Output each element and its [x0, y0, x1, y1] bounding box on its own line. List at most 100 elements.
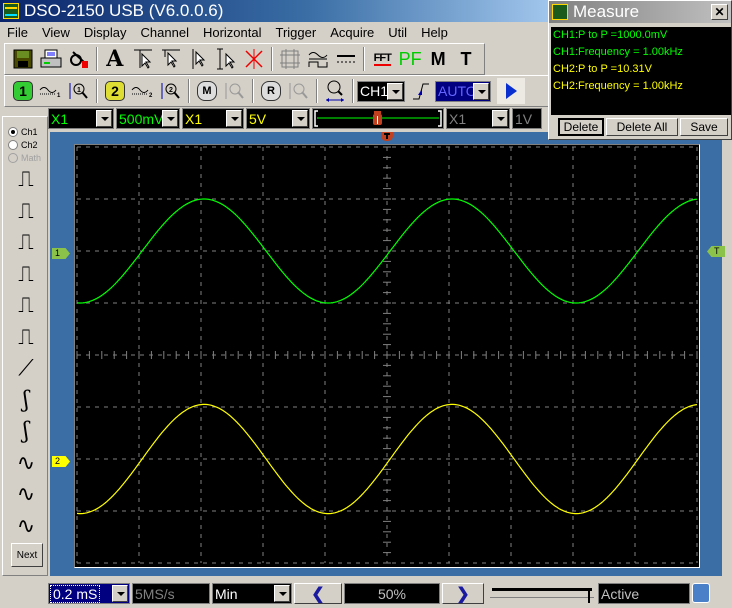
math-probe-select[interactable]: X1 — [446, 108, 510, 129]
pulse-high-icon[interactable]: ⎍ — [11, 290, 41, 322]
frequency-icon[interactable]: ∿ — [11, 511, 41, 543]
pass-fail-button[interactable]: PF — [396, 46, 424, 72]
text-button[interactable]: A — [101, 46, 129, 72]
delete-all-button[interactable]: Delete All — [606, 118, 678, 136]
measure-result-item[interactable]: CH1:P to P =1000.0mV — [553, 27, 731, 44]
trigger-time-marker[interactable] — [381, 132, 393, 141]
trigger-position-track — [314, 110, 442, 127]
timebase-select[interactable]: 0.2 mS — [48, 583, 130, 604]
help-icon[interactable] — [692, 583, 710, 603]
ch2-on-button[interactable]: 2 — [101, 78, 129, 104]
trigger-source-select[interactable]: CH1 — [357, 80, 405, 102]
toolbar-separator — [252, 79, 254, 103]
pulse-amplitude-icon[interactable]: ⎍ — [11, 164, 41, 196]
math-volts-select[interactable]: 1V — [512, 108, 542, 129]
pulse-max-icon[interactable]: ⎍ — [11, 196, 41, 228]
measure-result-item[interactable]: CH2:Frequency = 1.00kHz — [553, 78, 731, 95]
ch2-probe-select[interactable]: X1 — [182, 108, 244, 129]
math-zoom-button[interactable] — [221, 78, 249, 104]
position-right-button[interactable]: ❯ — [442, 583, 484, 604]
fft-button[interactable]: FFT — [368, 46, 396, 72]
radio-dot[interactable] — [8, 139, 18, 150]
measure-button[interactable]: M — [424, 46, 452, 72]
pulse-low-icon[interactable]: ⎍ — [11, 322, 41, 354]
ch1-volts-select[interactable]: 500mV — [116, 108, 180, 129]
ch1-zoom-button[interactable]: 1 — [65, 78, 93, 104]
waveform-display[interactable] — [74, 144, 700, 568]
measure-result-item[interactable]: CH1:Frequency = 1.00kHz — [553, 44, 731, 61]
timebase-t-button[interactable]: T — [452, 46, 480, 72]
print-button[interactable] — [37, 46, 65, 72]
trigger-slope-button[interactable] — [407, 78, 435, 104]
run-stop-button[interactable] — [497, 78, 525, 104]
menu-trigger[interactable]: Trigger — [269, 25, 324, 40]
menu-util[interactable]: Util — [381, 25, 414, 40]
line-style-button[interactable] — [332, 46, 360, 72]
svg-text:2: 2 — [149, 93, 153, 99]
measure-result-item[interactable]: CH2:P to P =10.31V — [553, 61, 731, 78]
save-measure-button[interactable]: Save — [680, 118, 728, 136]
chevron-down-icon[interactable] — [226, 110, 242, 127]
cursor-off-button[interactable] — [241, 46, 269, 72]
intensity-slider[interactable] — [490, 583, 594, 605]
ch2-zoom-button[interactable]: 2 — [157, 78, 185, 104]
menu-display[interactable]: Display — [77, 25, 134, 40]
fall-edge-icon[interactable]: ʃ — [11, 416, 41, 448]
menu-view[interactable]: View — [35, 25, 77, 40]
menu-horizontal[interactable]: Horizontal — [196, 25, 269, 40]
chevron-down-icon[interactable] — [274, 585, 290, 602]
slider-track — [492, 588, 592, 591]
horizontal-zoom-button[interactable] — [321, 78, 349, 104]
rise-edge-icon[interactable]: ʃ — [11, 385, 41, 417]
ch2-waveform-button[interactable]: 2 — [129, 78, 157, 104]
math-volts-value: 1V — [515, 110, 533, 127]
settings-button[interactable] — [65, 46, 93, 72]
pulse-peak-icon[interactable]: ⎍ — [11, 259, 41, 291]
rise-time-icon[interactable]: ⟋ — [11, 353, 41, 385]
ch1-on-button[interactable]: 1 — [9, 78, 37, 104]
cursor-cross-button[interactable] — [129, 46, 157, 72]
chevron-down-icon[interactable] — [162, 110, 178, 127]
trigger-position-slider[interactable] — [312, 108, 444, 129]
chevron-down-icon[interactable] — [473, 82, 489, 100]
ch2-volts-select[interactable]: 5V — [246, 108, 310, 129]
cursor-track-button[interactable] — [213, 46, 241, 72]
pulse-min-icon[interactable]: ⎍ — [11, 227, 41, 259]
delete-button[interactable]: Delete — [558, 118, 604, 136]
radio-label: Ch1 — [21, 126, 38, 137]
close-button[interactable]: ✕ — [711, 4, 728, 20]
chevron-down-icon[interactable] — [112, 585, 128, 602]
svg-text:2: 2 — [169, 87, 173, 94]
chevron-down-icon[interactable] — [292, 110, 308, 127]
neg-width-icon[interactable]: ∿ — [11, 479, 41, 511]
chevron-down-icon[interactable] — [387, 82, 403, 100]
chevron-down-icon[interactable] — [96, 110, 112, 127]
main-toolbar: A FFT PF M T — [4, 43, 485, 75]
slider-thumb[interactable] — [588, 591, 590, 603]
cursor-off-icon — [245, 49, 263, 69]
trigger-mode-select[interactable]: AUTO — [435, 80, 491, 102]
next-button[interactable]: Next — [11, 543, 43, 567]
period-icon[interactable]: ∿ — [11, 448, 41, 480]
ch1-probe-select[interactable]: X1 — [48, 108, 114, 129]
menu-file[interactable]: File — [0, 25, 35, 40]
menu-help[interactable]: Help — [414, 25, 455, 40]
cursor-horizontal-button[interactable] — [157, 46, 185, 72]
waveform-display-button[interactable] — [304, 46, 332, 72]
menu-acquire[interactable]: Acquire — [323, 25, 381, 40]
cursor-vertical-button[interactable] — [185, 46, 213, 72]
menu-channel[interactable]: Channel — [134, 25, 196, 40]
position-left-button[interactable]: ❮ — [294, 583, 342, 604]
ch1-waveform-button[interactable]: 1 — [37, 78, 65, 104]
radio-ch2[interactable]: Ch2 — [3, 138, 47, 151]
record-length-select[interactable]: Min — [212, 583, 292, 604]
radio-ch1[interactable]: Ch1 — [3, 125, 47, 138]
ref-zoom-button[interactable] — [285, 78, 313, 104]
chevron-down-icon[interactable] — [492, 110, 508, 127]
radio-dot-checked[interactable] — [8, 126, 18, 137]
math-button[interactable]: M — [193, 78, 221, 104]
toolbar-separator — [271, 47, 274, 71]
save-button[interactable] — [9, 46, 37, 72]
ref-button[interactable]: R — [257, 78, 285, 104]
grid-button[interactable] — [276, 46, 304, 72]
